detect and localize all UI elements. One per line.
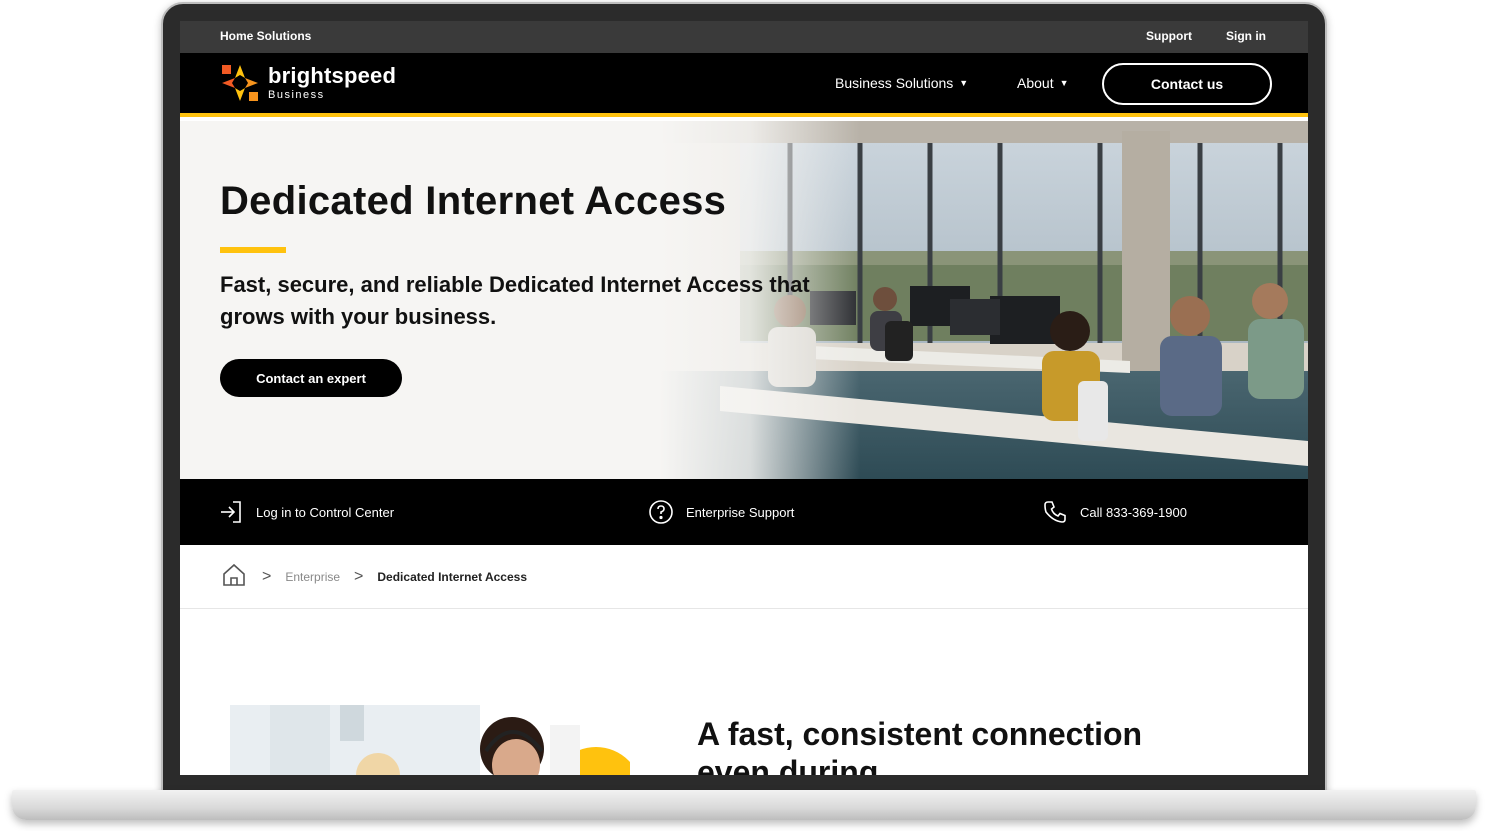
login-icon [218,499,244,525]
title-accent-bar [220,247,286,253]
main-nav: brightspeed Business Business Solutions … [180,53,1308,117]
laptop-base [12,790,1476,820]
logo-brand-text: brightspeed [268,63,397,88]
phone-icon [1042,499,1068,525]
sign-in-link[interactable]: Sign in [1226,29,1266,43]
home-icon[interactable] [220,561,248,592]
chevron-right-icon: > [262,567,272,585]
nav-business-solutions-label: Business Solutions [835,75,954,91]
contact-us-button[interactable]: Contact us [1102,63,1272,105]
breadcrumb: > Enterprise > Dedicated Internet Access [180,545,1308,609]
hero-section: Dedicated Internet Access Fast, secure, … [180,121,1308,479]
breadcrumb-current: Dedicated Internet Access [377,569,528,584]
chevron-down-icon: ▼ [1059,78,1069,88]
section-heading: A fast, consistent connection even durin… [697,716,1143,775]
hero-subtitle: Fast, secure, and reliable Dedicated Int… [220,272,810,329]
enterprise-support-link[interactable]: Enterprise Support [648,499,794,525]
home-solutions-link[interactable]: Home Solutions [220,29,311,43]
support-agent-image [230,705,630,775]
utility-bar: Home Solutions Support Sign in [180,21,1308,53]
call-phone-link[interactable]: Call 833-369-1900 [1042,499,1187,525]
chevron-right-icon: > [354,567,364,585]
support-link[interactable]: Support [1146,29,1192,43]
logo-sub-text: Business [268,89,325,101]
browser-viewport: Home Solutions Support Sign in brightspe… [180,21,1308,775]
quick-links-bar: Log in to Control Center Enterprise Supp… [180,479,1308,545]
page-title: Dedicated Internet Access [220,179,727,223]
question-circle-icon [648,499,674,525]
nav-business-solutions[interactable]: Business Solutions ▼ [835,75,968,91]
brightspeed-logo[interactable]: brightspeed Business [220,61,396,105]
call-phone-label: Call 833-369-1900 [1080,504,1187,520]
enterprise-support-label: Enterprise Support [686,504,795,520]
chevron-down-icon: ▼ [959,78,969,88]
control-center-login-label: Log in to Control Center [256,504,395,520]
breadcrumb-enterprise[interactable]: Enterprise [285,570,340,584]
control-center-login-link[interactable]: Log in to Control Center [218,499,394,525]
nav-about[interactable]: About ▼ [1017,75,1069,91]
brightspeed-logo-mark-icon [220,63,260,103]
contact-an-expert-button[interactable]: Contact an expert [220,359,402,397]
nav-about-label: About [1017,75,1054,91]
